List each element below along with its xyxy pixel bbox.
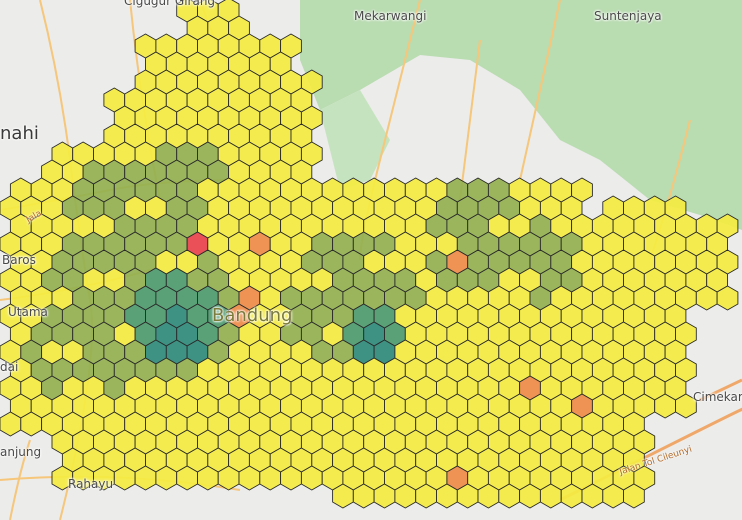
- place-label: Suntenjaya: [594, 9, 662, 23]
- hexagon-density-grid: [0, 0, 739, 509]
- place-label: anjung: [0, 445, 42, 459]
- place-label: Cigugur Girang: [124, 0, 216, 8]
- place-label: nahi: [0, 123, 39, 144]
- city-label: Bandung: [212, 305, 293, 326]
- place-label: Cimekar: [693, 390, 742, 404]
- place-label: Mekarwangi: [354, 9, 427, 23]
- place-label: dai: [0, 360, 19, 374]
- place-label: Utama: [8, 305, 48, 319]
- map-view[interactable]: Cigugur Girang nahi Mekarwangi Suntenjay…: [0, 0, 742, 520]
- place-label: Baros: [2, 253, 36, 267]
- place-label: Rahayu: [68, 477, 114, 491]
